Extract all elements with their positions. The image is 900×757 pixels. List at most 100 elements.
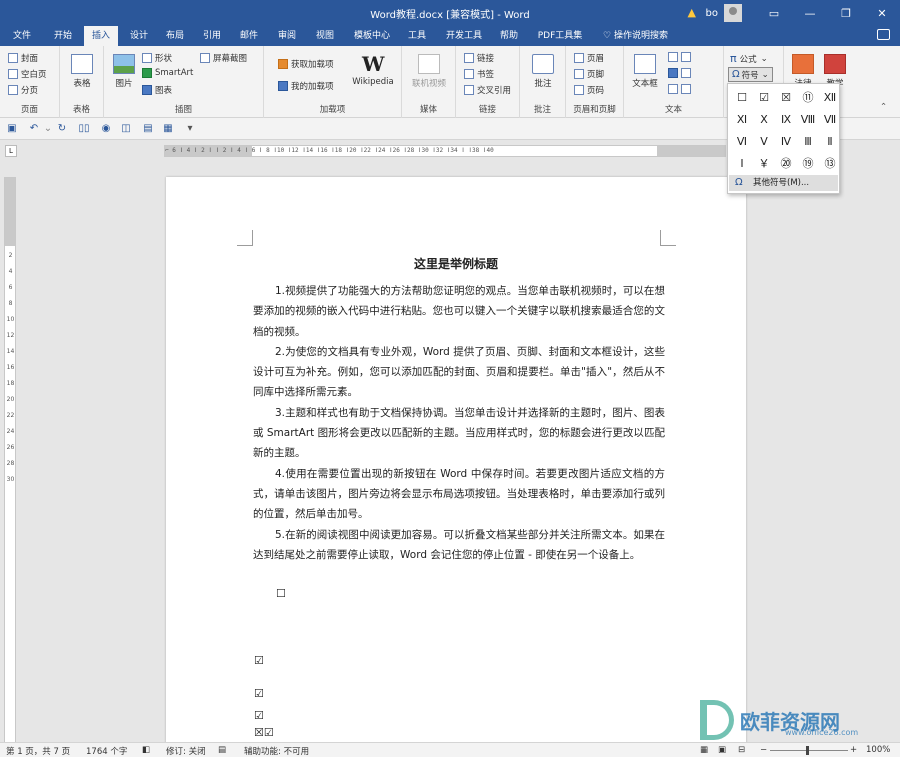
symbol-button[interactable]: Ω 符号 ⌄ bbox=[728, 67, 773, 82]
screenshot-button[interactable]: 屏幕截图 bbox=[200, 52, 247, 64]
symbol-cell[interactable]: Ⅸ bbox=[775, 109, 797, 131]
equation-button[interactable]: π 公式 ⌄ bbox=[730, 52, 768, 65]
symbol-cell[interactable]: Ⅷ bbox=[797, 109, 819, 131]
tab-selector[interactable]: L bbox=[5, 145, 17, 157]
cover-button[interactable]: 封面 bbox=[8, 52, 38, 64]
comments-icon[interactable] bbox=[877, 29, 890, 40]
avatar[interactable] bbox=[724, 4, 742, 22]
symbol-cell[interactable]: ⑳ bbox=[775, 153, 797, 175]
tab-layout[interactable]: 布局 bbox=[158, 26, 192, 46]
symbol-cell[interactable]: ☒ bbox=[775, 87, 797, 109]
zoom-in-button[interactable]: + bbox=[850, 745, 857, 755]
symbol-cell[interactable]: Ⅺ bbox=[731, 109, 753, 131]
symbol-cell[interactable]: ⑲ bbox=[797, 153, 819, 175]
read-mode-icon[interactable]: ▯▯ bbox=[78, 123, 90, 134]
ribbon-display-options-icon[interactable]: ▭ bbox=[756, 0, 792, 26]
checkbox-symbol[interactable]: ☑ bbox=[254, 655, 264, 667]
header-button[interactable]: 页眉 bbox=[574, 52, 604, 64]
blank-page-button[interactable]: 空白页 bbox=[8, 68, 47, 80]
track-changes-status[interactable]: 修订: 关闭 bbox=[166, 745, 206, 757]
restore-button[interactable]: ❐ bbox=[828, 0, 864, 26]
zoom-out-button[interactable]: − bbox=[760, 745, 767, 755]
paragraph[interactable]: 5.在新的阅读视图中阅读更加容易。可以折叠文档某些部分并关注所需文本。如果在达到… bbox=[253, 525, 665, 566]
undo-dropdown-icon[interactable]: ⌄ bbox=[42, 123, 54, 134]
collapse-ribbon-icon[interactable]: ⌃ bbox=[880, 102, 887, 112]
textbox-button[interactable]: 文本框 bbox=[628, 54, 662, 89]
symbol-cell[interactable]: ☑ bbox=[753, 87, 775, 109]
format-painter-icon[interactable]: ▦ bbox=[162, 123, 174, 134]
tab-review[interactable]: 审阅 bbox=[270, 26, 304, 46]
tab-template-center[interactable]: 模板中心 bbox=[348, 26, 396, 46]
wordart-icon[interactable] bbox=[668, 68, 694, 78]
comment-button[interactable]: 批注 bbox=[528, 54, 558, 89]
get-addins-button[interactable]: 获取加载项 bbox=[278, 58, 334, 70]
close-button[interactable]: ✕ bbox=[864, 0, 900, 26]
tell-me-search[interactable]: ♡ 操作说明搜索 bbox=[603, 26, 668, 46]
wikipedia-button[interactable]: W Wikipedia bbox=[350, 54, 396, 87]
customize-qat-icon[interactable]: ▾ bbox=[184, 123, 196, 134]
zoom-slider[interactable] bbox=[770, 750, 848, 751]
footer-button[interactable]: 页脚 bbox=[574, 68, 604, 80]
checkbox-symbol[interactable]: ☐ bbox=[276, 588, 286, 600]
smartart-button[interactable]: SmartArt bbox=[142, 68, 193, 78]
symbol-cell[interactable]: Ⅲ bbox=[797, 131, 819, 153]
tab-mailings[interactable]: 邮件 bbox=[232, 26, 266, 46]
page-number-button[interactable]: 页码 bbox=[574, 84, 604, 96]
symbol-cell[interactable]: ￥ bbox=[753, 153, 775, 175]
checkbox-symbol[interactable]: ☒☑ bbox=[254, 727, 274, 739]
user-name[interactable]: bo bbox=[706, 8, 718, 19]
online-video-button[interactable]: 联机视频 bbox=[408, 54, 450, 89]
symbol-cell[interactable]: ⑬ bbox=[819, 153, 841, 175]
paragraph[interactable]: 3.主题和样式也有助于文档保持协调。当您单击设计并选择新的主题时，图片、图表或 … bbox=[253, 403, 665, 464]
bookmark-button[interactable]: 书签 bbox=[464, 68, 494, 80]
tab-insert[interactable]: 插入 bbox=[84, 26, 118, 46]
tab-design[interactable]: 设计 bbox=[122, 26, 156, 46]
symbol-cell[interactable]: Ⅵ bbox=[731, 131, 753, 153]
web-layout-view-icon[interactable]: ⊟ bbox=[738, 745, 745, 755]
link-button[interactable]: 链接 bbox=[464, 52, 494, 64]
paragraph[interactable]: 4.使用在需要位置出现的新按钮在 Word 中保存时间。若要更改图片适应文档的方… bbox=[253, 464, 665, 525]
proofing-icon[interactable]: ◧ bbox=[142, 745, 150, 755]
redo-icon[interactable]: ↻ bbox=[56, 123, 68, 134]
macro-icon[interactable]: ▤ bbox=[218, 745, 226, 755]
horizontal-ruler[interactable]: ⌐ 6 ǀ 4 ǀ 2 ǀ ǀ 2 ǀ 4 ǀ 6 ǀ 8 ǀ10 ǀ12 ǀ1… bbox=[164, 145, 726, 157]
tab-pdf-tools[interactable]: PDF工具集 bbox=[532, 26, 588, 46]
symbol-cell[interactable]: Ⅰ bbox=[731, 153, 753, 175]
document-title[interactable]: 这里是举例标题 bbox=[166, 255, 746, 272]
my-addins-button[interactable]: 我的加载项 bbox=[278, 80, 334, 92]
print-layout-view-icon[interactable]: ▣ bbox=[718, 745, 726, 755]
page-count[interactable]: 第 1 页，共 7 页 bbox=[6, 745, 70, 757]
tab-view[interactable]: 视图 bbox=[308, 26, 342, 46]
shapes-button[interactable]: 形状 bbox=[142, 52, 172, 64]
document-body[interactable]: 1.视频提供了功能强大的方法帮助您证明您的观点。当您单击联机视频时，可以在想要添… bbox=[253, 281, 665, 565]
warning-icon[interactable]: ▲ bbox=[688, 7, 700, 19]
word-count[interactable]: 1764 个字 bbox=[86, 745, 127, 757]
tab-file[interactable]: 文件 bbox=[4, 26, 40, 46]
print-icon[interactable]: ▤ bbox=[142, 123, 154, 134]
symbol-cell[interactable]: ☐ bbox=[731, 87, 753, 109]
page-break-button[interactable]: 分页 bbox=[8, 84, 38, 96]
tab-references[interactable]: 引用 bbox=[195, 26, 229, 46]
more-symbols-item[interactable]: Ω 其他符号(M)... bbox=[729, 175, 838, 191]
print-preview-icon[interactable]: ◫ bbox=[120, 123, 132, 134]
symbol-cell[interactable]: Ⅱ bbox=[819, 131, 841, 153]
symbol-cell[interactable]: ⑪ bbox=[797, 87, 819, 109]
tab-help[interactable]: 帮助 bbox=[492, 26, 526, 46]
zoom-level[interactable]: 100% bbox=[866, 745, 890, 755]
symbol-cell[interactable]: Ⅶ bbox=[819, 109, 841, 131]
table-button[interactable]: 表格 bbox=[68, 54, 96, 89]
paragraph[interactable]: 2.为使您的文档具有专业外观，Word 提供了页眉、页脚、封面和文本框设计，这些… bbox=[253, 342, 665, 403]
picture-button[interactable]: 图片 bbox=[110, 54, 138, 89]
quick-parts-icon[interactable] bbox=[668, 52, 694, 62]
zoom-slider-thumb[interactable] bbox=[806, 746, 809, 755]
minimize-button[interactable]: — bbox=[792, 0, 828, 26]
dropcap-icon[interactable] bbox=[668, 84, 694, 94]
tab-tools[interactable]: 工具 bbox=[400, 26, 434, 46]
save-icon[interactable]: ▣ bbox=[6, 123, 18, 134]
symbol-cell[interactable]: Ⅴ bbox=[753, 131, 775, 153]
undo-icon[interactable]: ↶ bbox=[28, 123, 40, 134]
chart-button[interactable]: 图表 bbox=[142, 84, 172, 96]
read-mode-view-icon[interactable]: ▦ bbox=[700, 745, 708, 755]
symbol-cell[interactable]: Ⅹ bbox=[753, 109, 775, 131]
symbol-cell[interactable]: Ⅻ bbox=[819, 87, 841, 109]
